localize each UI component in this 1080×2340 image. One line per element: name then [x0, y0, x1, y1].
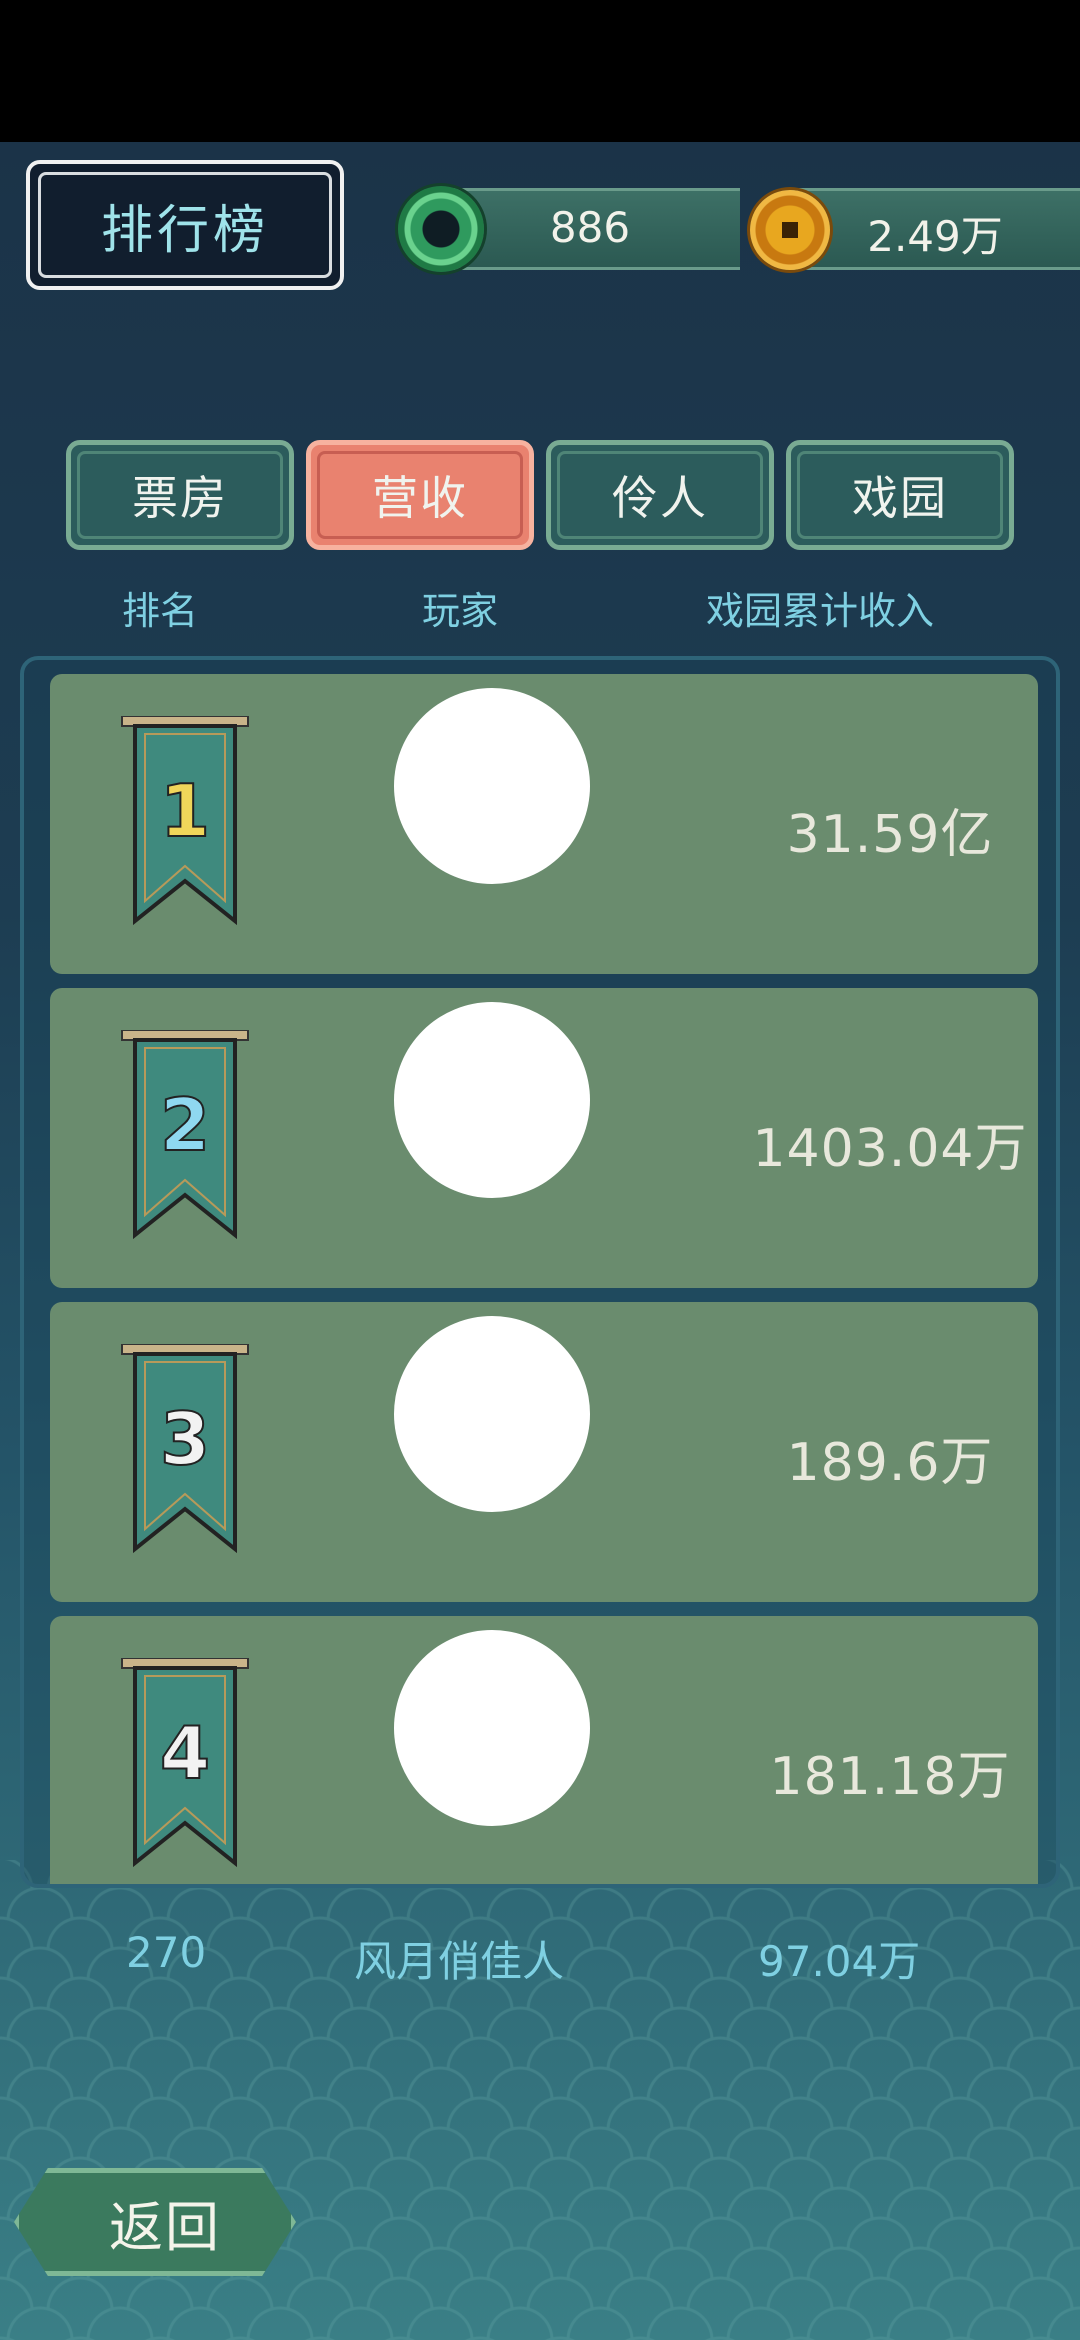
- ranking-row[interactable]: 4 181.18万: [50, 1616, 1038, 1884]
- ranking-row[interactable]: 2 1403.04万: [50, 988, 1038, 1288]
- rank-number: 1: [160, 769, 210, 853]
- ranking-row[interactable]: 1 31.59亿: [50, 674, 1038, 974]
- tab-revenue[interactable]: 营收: [306, 440, 534, 550]
- avatar[interactable]: [394, 688, 590, 884]
- jade-amount: 886: [549, 203, 631, 252]
- avatar[interactable]: [394, 1316, 590, 1512]
- rank-number: 4: [160, 1711, 210, 1795]
- income-value: 189.6万: [786, 1433, 994, 1493]
- back-button-label: 返回: [109, 2195, 221, 2259]
- rank-banner-icon: 4: [121, 1658, 249, 1868]
- tab-theater[interactable]: 戏园: [786, 440, 1014, 550]
- tab-actors[interactable]: 伶人: [546, 440, 774, 550]
- back-button[interactable]: 返回: [14, 2168, 296, 2276]
- coin-icon: [750, 190, 830, 270]
- page-title: 排行榜: [100, 200, 269, 261]
- column-header-income: 戏园累计收入: [706, 589, 935, 633]
- leaderboard-title-plaque: 排行榜: [26, 160, 344, 290]
- rank-number: 2: [160, 1083, 210, 1167]
- ranking-list[interactable]: 1 31.59亿 2 1403.04万 3 189.6万 4 181.18万: [20, 656, 1060, 1888]
- rank-number: 3: [160, 1397, 210, 1481]
- income-value: 181.18万: [769, 1747, 1011, 1807]
- jade-icon: [398, 186, 484, 272]
- tab-label: 伶人: [612, 471, 708, 525]
- status-bar: [0, 0, 1080, 142]
- column-header-player: 玩家: [422, 589, 499, 633]
- rank-banner-icon: 2: [121, 1030, 249, 1240]
- avatar[interactable]: [394, 1630, 590, 1826]
- jade-currency-bar: 886: [440, 188, 740, 270]
- tab-label: 戏园: [852, 471, 948, 525]
- ranking-row[interactable]: 3 189.6万: [50, 1302, 1038, 1602]
- tab-label: 票房: [132, 471, 228, 525]
- coin-amount: 2.49万: [867, 212, 1003, 261]
- my-rank: 270: [126, 1928, 207, 1977]
- rank-banner-icon: 1: [121, 716, 249, 926]
- rank-banner-icon: 3: [121, 1344, 249, 1554]
- coin-currency-bar: 2.49万: [790, 188, 1080, 270]
- tab-box-office[interactable]: 票房: [66, 440, 294, 550]
- my-player-name: 风月俏佳人: [354, 1937, 565, 1986]
- avatar[interactable]: [394, 1002, 590, 1198]
- column-header-rank: 排名: [122, 589, 199, 633]
- income-value: 1403.04万: [752, 1119, 1028, 1179]
- income-value: 31.59亿: [786, 805, 994, 865]
- my-income: 97.04万: [758, 1937, 921, 1986]
- tab-label: 营收: [372, 471, 468, 525]
